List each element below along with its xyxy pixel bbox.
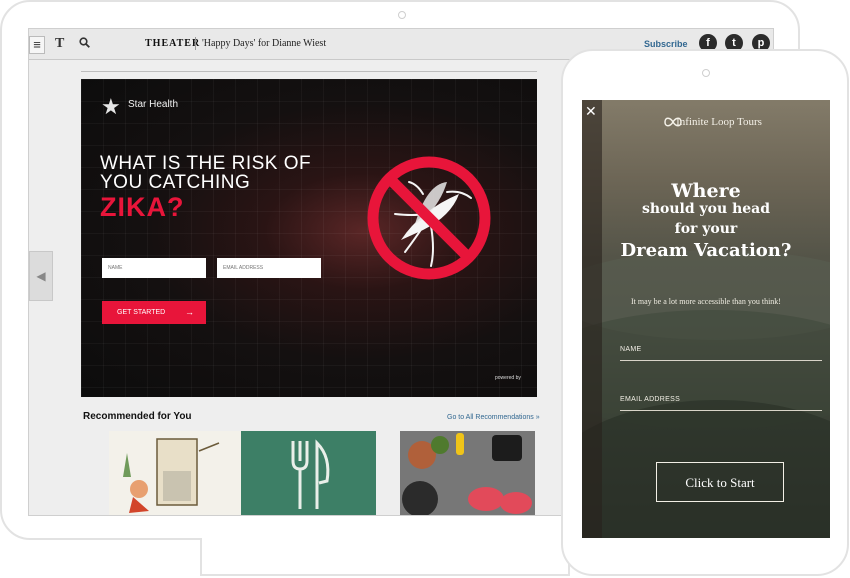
headline-line: Where [671,180,741,202]
vacation-quiz-screen: ✕ Infinite Loop Tours Where should you h… [582,100,830,538]
name-field[interactable]: NAME [620,346,822,361]
headline-line: Dream Vacation? [620,240,792,261]
recommended-heading: Recommended for You [83,411,192,422]
brand-label: Infinite Loop Tours [676,116,762,128]
phone-device: ✕ Infinite Loop Tours Where should you h… [561,49,849,576]
fork-knife-icon [291,439,330,509]
header-divider [195,37,196,50]
headline-line: for your [674,221,738,237]
search-icon[interactable] [79,36,90,52]
no-mosquito-icon [367,156,491,280]
subscribe-link[interactable]: Subscribe [644,39,688,49]
powered-by: powered by [495,375,521,381]
star-icon: ★ [101,94,121,119]
headline-line: YOU CATCHING [100,172,251,193]
modal-headline: WHAT IS THE RISK OF YOU CATCHING [100,154,311,192]
side-strip [582,100,602,538]
arrow-right-icon: → [185,307,194,317]
recommendation-thumbnail[interactable] [400,431,535,515]
headline-line: WHAT IS THE RISK OF [100,153,312,174]
headline-line: should you head [641,201,771,217]
headline-accent: ZIKA? [100,192,185,222]
phone-camera [702,69,710,77]
cartoon-illustration [123,438,220,513]
tablet-camera [398,11,406,19]
article-title: 'Happy Days' for Dianne Wiest [202,38,327,49]
button-label: GET STARTED [117,309,166,316]
get-started-button[interactable]: GET STARTED → [102,301,206,324]
menu-icon[interactable]: ≡ [29,36,45,54]
subtext: It may be a lot more accessible than you… [631,297,781,306]
previous-article-arrow[interactable]: ◀ [29,251,53,301]
t-logo[interactable]: T [55,36,64,52]
zika-quiz-modal: ★ Star Health WHAT IS THE RISK OF YOU CA… [81,79,537,397]
brand-name: Star Health [128,99,179,110]
recommendation-thumbnail[interactable] [241,431,376,515]
email-field[interactable] [217,258,321,278]
recommendation-thumbnail[interactable] [109,431,244,515]
section-link[interactable]: THEATER [145,38,200,49]
email-field[interactable]: EMAIL ADDRESS [620,396,822,411]
all-recommendations-link[interactable]: Go to All Recommendations » [447,414,540,421]
click-to-start-button[interactable]: Click to Start [656,462,784,502]
fitness-food-photo [400,431,535,515]
brand-name: Infinite Loop Tours [582,116,830,128]
content-divider [81,71,537,72]
name-field[interactable] [102,258,206,278]
tablet-stand [200,538,570,576]
